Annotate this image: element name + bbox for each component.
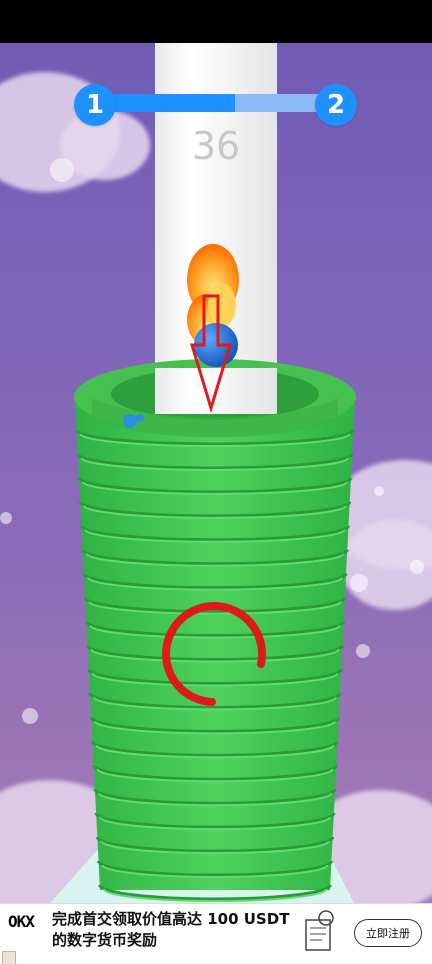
ad-title-line1: 完成首交领取价值高达 100 USDT	[52, 910, 290, 928]
ad-close-icon[interactable]	[2, 951, 16, 964]
ad-title-line2: 的数字货币奖励	[52, 931, 158, 949]
game-screen[interactable]: 1 2 36 OKX 完成首交领取价值高达 100 USDT 的数字货币奖励 立…	[0, 0, 432, 964]
ad-logo: OKX	[8, 912, 35, 931]
ad-banner[interactable]: OKX 完成首交领取价值高达 100 USDT 的数字货币奖励 立即注册	[0, 903, 432, 964]
level-progress-track	[100, 94, 332, 112]
splash	[123, 414, 137, 428]
ad-register-button[interactable]: 立即注册	[354, 919, 422, 947]
ad-illustration	[305, 910, 334, 951]
level-progress-fill	[100, 94, 235, 112]
current-level-badge: 1	[74, 84, 116, 126]
tower-body	[75, 398, 355, 890]
score: 36	[191, 124, 241, 168]
next-level-badge: 2	[315, 84, 357, 126]
